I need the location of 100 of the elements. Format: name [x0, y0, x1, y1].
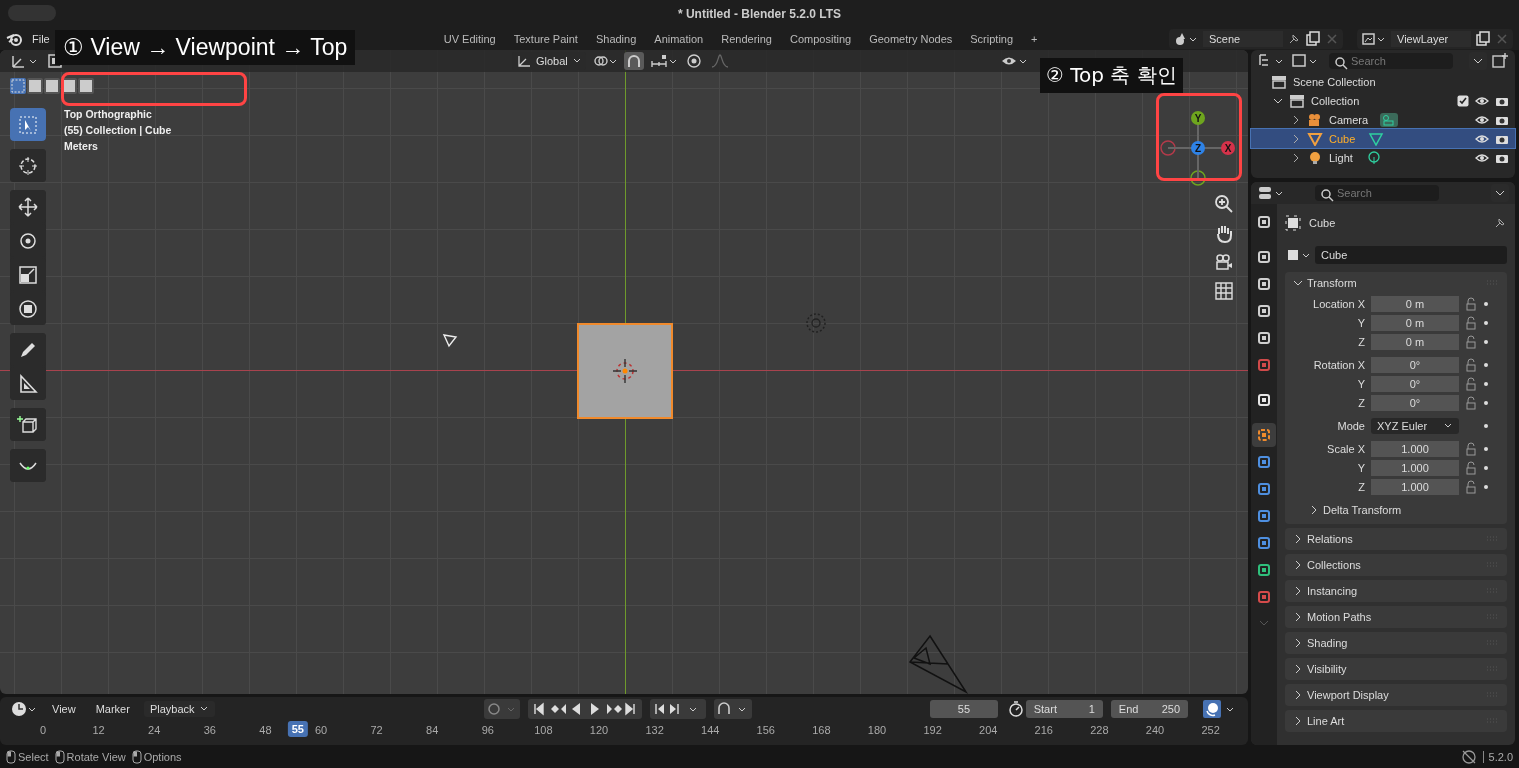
number-field[interactable]: 1.000: [1371, 440, 1459, 457]
outliner-row[interactable]: Light: [1251, 148, 1515, 167]
number-field[interactable]: 0 m: [1371, 333, 1459, 350]
curve-icon[interactable]: [10, 449, 46, 482]
end-frame-field[interactable]: End 250: [1110, 700, 1188, 718]
panel-header[interactable]: Visibility: [1285, 658, 1507, 680]
new-collection-icon[interactable]: [1491, 52, 1509, 70]
pin-icon[interactable]: [1493, 216, 1507, 230]
lock-icon[interactable]: [1465, 395, 1477, 410]
keyframe-dot-icon[interactable]: [1483, 300, 1489, 307]
panel-header[interactable]: Instancing: [1285, 580, 1507, 602]
lock-icon[interactable]: [1465, 441, 1477, 456]
playhead[interactable]: 55: [287, 721, 308, 737]
panel-header[interactable]: Motion Paths: [1285, 606, 1507, 628]
camera-object-icon[interactable]: [442, 332, 458, 348]
cursor-icon[interactable]: [10, 149, 46, 182]
timeline-menu[interactable]: View: [46, 703, 82, 715]
keyframe-dot-icon[interactable]: [1483, 445, 1489, 452]
chevron-right-icon[interactable]: [1291, 114, 1301, 125]
keyframe-dot-icon[interactable]: [1483, 361, 1489, 368]
current-frame-field[interactable]: 55: [930, 700, 998, 718]
timeline-menu[interactable]: Marker: [89, 703, 136, 715]
playback-controls[interactable]: [527, 699, 642, 719]
grid-icon[interactable]: [1214, 281, 1234, 301]
workspace-tab[interactable]: Scripting: [962, 30, 1022, 48]
clock-icon[interactable]: [10, 700, 38, 718]
hand-icon[interactable]: [1214, 223, 1234, 243]
number-field[interactable]: 0 m: [1371, 314, 1459, 331]
view-layer-name-field[interactable]: ViewLayer: [1391, 31, 1471, 47]
lock-icon[interactable]: [1465, 460, 1477, 475]
number-field[interactable]: 0°: [1371, 356, 1459, 373]
eye-icon[interactable]: [1475, 132, 1489, 145]
keyframe-dot-icon[interactable]: [1483, 399, 1489, 406]
mode-dropdown[interactable]: XYZ Euler: [1371, 417, 1459, 434]
eye-icon[interactable]: [1475, 151, 1489, 164]
outliner-search-field[interactable]: Search: [1329, 53, 1453, 69]
start-frame-field[interactable]: Start 1: [1025, 700, 1103, 718]
chevron-right-icon[interactable]: [1291, 152, 1301, 163]
number-field[interactable]: 0°: [1371, 394, 1459, 411]
panel-header[interactable]: Transform: [1285, 272, 1507, 294]
chevron-right-icon[interactable]: [1291, 133, 1301, 144]
panel-header[interactable]: Line Art: [1285, 710, 1507, 732]
lock-icon[interactable]: [1465, 376, 1477, 391]
image-icon[interactable]: [1361, 30, 1387, 48]
panel-header[interactable]: Viewport Display: [1285, 684, 1507, 706]
pin-icon[interactable]: [1287, 32, 1301, 46]
eye-icon[interactable]: [1475, 113, 1489, 126]
mesh-data-icon[interactable]: [1367, 131, 1386, 146]
zoom-icon[interactable]: [1214, 194, 1234, 214]
magnet-icon[interactable]: [623, 52, 644, 70]
logo-icon[interactable]: [6, 32, 24, 46]
workspace-tab[interactable]: Compositing: [782, 30, 860, 48]
outliner-row[interactable]: Cube: [1251, 129, 1515, 148]
keyframe-dot-icon[interactable]: [1483, 422, 1489, 429]
record-button[interactable]: [483, 699, 520, 719]
axis-gizmo-drawing[interactable]: Y Z X: [1156, 106, 1240, 190]
panel-header[interactable]: Collections: [1285, 554, 1507, 576]
select-box-icon[interactable]: [10, 108, 46, 141]
eye-icon[interactable]: [1475, 94, 1489, 107]
keyframe-dot-icon[interactable]: [1483, 464, 1489, 471]
falloff-curve-icon[interactable]: [709, 52, 730, 70]
add-cube-icon[interactable]: [10, 408, 46, 441]
workspace-tab[interactable]: Shading: [587, 30, 645, 48]
properties-search-field[interactable]: Search: [1315, 185, 1439, 201]
keyframe-dot-icon[interactable]: [1483, 319, 1489, 326]
keyframe-jump-controls[interactable]: [649, 699, 706, 719]
keyframe-dot-icon[interactable]: [1483, 483, 1489, 490]
keyframe-dot-icon[interactable]: [1483, 338, 1489, 345]
collection-row[interactable]: Collection: [1251, 91, 1515, 110]
menu-item[interactable]: File: [32, 33, 50, 45]
workspace-tab[interactable]: Texture Paint: [505, 30, 586, 48]
camera-icon[interactable]: [1214, 252, 1234, 272]
number-field[interactable]: 1.000: [1371, 459, 1459, 476]
select-mode-icon[interactable]: [44, 78, 60, 94]
snap-increment-icon[interactable]: [649, 52, 678, 70]
add-workspace-button[interactable]: +: [1023, 30, 1046, 48]
lock-icon[interactable]: [1465, 315, 1477, 330]
checkbox[interactable]: [1457, 94, 1469, 107]
panel-header[interactable]: Relations: [1285, 528, 1507, 550]
playback-dropdown[interactable]: Playback: [143, 701, 215, 717]
outliner-item[interactable]: Scene Collection: [1293, 75, 1376, 88]
workspace-tab[interactable]: Rendering: [713, 30, 780, 48]
workspace-tab[interactable]: UV Editing: [435, 30, 504, 48]
select-mode-icon[interactable]: [78, 78, 94, 94]
subpanel-header[interactable]: Delta Transform: [1285, 496, 1507, 518]
panel-header[interactable]: Shading: [1285, 632, 1507, 654]
select-mode-icon[interactable]: [27, 78, 43, 94]
number-field[interactable]: 1.000: [1371, 478, 1459, 495]
workspace-tab[interactable]: Geometry Nodes: [861, 30, 961, 48]
copy-icon[interactable]: [1305, 31, 1321, 47]
lock-icon[interactable]: [1465, 357, 1477, 372]
object-name-field[interactable]: Cube: [1315, 246, 1507, 264]
keyframe-dot-icon[interactable]: [1483, 380, 1489, 387]
lock-icon[interactable]: [1465, 334, 1477, 349]
number-field[interactable]: 0°: [1371, 375, 1459, 392]
lock-icon[interactable]: [1465, 479, 1477, 494]
number-field[interactable]: 0 m: [1371, 295, 1459, 312]
camera-data-icon[interactable]: [1380, 112, 1399, 127]
lock-icon[interactable]: [1465, 296, 1477, 311]
copy-icon[interactable]: [1475, 31, 1491, 47]
